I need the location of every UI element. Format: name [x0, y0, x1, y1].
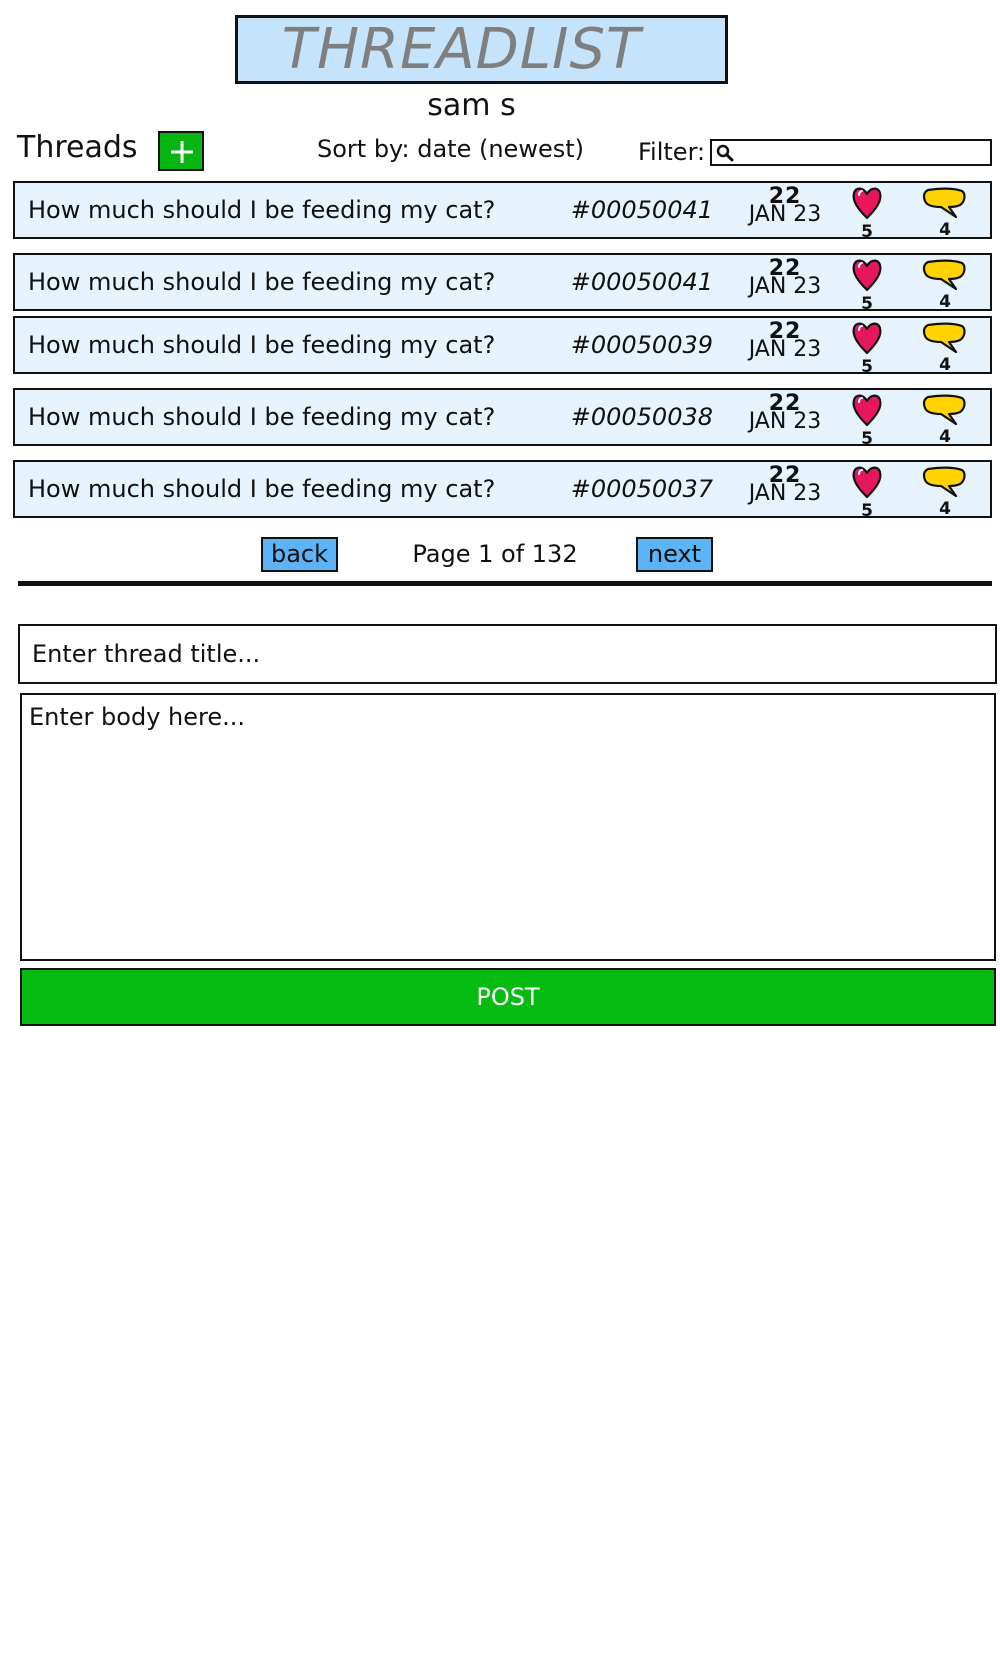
reply-button[interactable]: 4 [920, 394, 970, 447]
app-title: THREADLIST [235, 15, 728, 84]
thread-title[interactable]: How much should I be feeding my cat? [28, 318, 495, 372]
like-button[interactable]: 5 [847, 464, 887, 520]
speech-bubble-icon [922, 187, 966, 219]
filter-input[interactable] [740, 141, 988, 164]
threads-heading: Threads [17, 130, 138, 165]
thread-row[interactable]: How much should I be feeding my cat? #000… [13, 388, 992, 448]
speech-bubble-icon [922, 322, 966, 354]
like-count: 5 [861, 357, 873, 377]
thread-id: #00050041 [570, 268, 713, 296]
thread-date-month: JAN 23 [748, 481, 822, 506]
heart-icon [852, 187, 882, 220]
reply-count: 4 [939, 355, 951, 375]
speech-bubble-icon [922, 259, 966, 291]
like-button[interactable]: 5 [847, 392, 887, 448]
username: sam s [427, 88, 516, 123]
thread-id: #00050039 [570, 331, 713, 359]
filter-field[interactable] [710, 139, 992, 166]
like-button[interactable]: 5 [847, 320, 887, 376]
thread-title[interactable]: How much should I be feeding my cat? [28, 462, 495, 516]
thread-date: 22 JAN 23 [715, 390, 855, 434]
reply-button[interactable]: 4 [920, 187, 970, 240]
reply-count: 4 [939, 292, 951, 312]
reply-button[interactable]: 4 [920, 466, 970, 519]
heart-icon [852, 322, 882, 355]
reply-button[interactable]: 4 [920, 259, 970, 312]
post-button[interactable]: POST [20, 968, 996, 1026]
search-icon [716, 144, 734, 162]
thread-date: 22 JAN 23 [715, 183, 855, 227]
thread-title[interactable]: How much should I be feeding my cat? [28, 255, 495, 309]
like-count: 5 [861, 222, 873, 242]
thread-date-month: JAN 23 [748, 337, 822, 362]
sort-dropdown[interactable]: Sort by: date (newest) [317, 131, 584, 167]
next-button[interactable]: next [636, 537, 713, 572]
thread-date: 22 JAN 23 [715, 462, 855, 506]
thread-date: 22 JAN 23 [715, 255, 855, 299]
thread-title[interactable]: How much should I be feeding my cat? [28, 183, 495, 237]
speech-bubble-icon [922, 394, 966, 426]
like-button[interactable]: 5 [847, 257, 887, 313]
filter-label: Filter: [638, 138, 706, 166]
thread-id: #00050038 [570, 403, 713, 431]
thread-body-input[interactable] [20, 693, 996, 961]
reply-count: 4 [939, 220, 951, 240]
like-button[interactable]: 5 [847, 185, 887, 241]
page-indicator: Page 1 of 132 [412, 540, 578, 568]
like-count: 5 [861, 429, 873, 449]
heart-icon [852, 466, 882, 499]
like-count: 5 [861, 294, 873, 314]
thread-row[interactable]: How much should I be feeding my cat? #000… [13, 316, 992, 376]
divider [18, 581, 992, 586]
add-thread-button[interactable] [158, 131, 204, 171]
thread-title-input[interactable] [18, 624, 997, 684]
reply-count: 4 [939, 499, 951, 519]
thread-row[interactable]: How much should I be feeding my cat? #000… [13, 460, 992, 520]
plus-icon [171, 141, 193, 163]
thread-row[interactable]: How much should I be feeding my cat? #000… [13, 181, 992, 241]
thread-date-month: JAN 23 [748, 202, 822, 227]
heart-icon [852, 259, 882, 292]
speech-bubble-icon [922, 466, 966, 498]
back-button[interactable]: back [261, 537, 338, 572]
heart-icon [852, 394, 882, 427]
reply-count: 4 [939, 427, 951, 447]
thread-row[interactable]: How much should I be feeding my cat? #000… [13, 253, 992, 313]
like-count: 5 [861, 501, 873, 521]
reply-button[interactable]: 4 [920, 322, 970, 375]
thread-date-month: JAN 23 [748, 409, 822, 434]
thread-date: 22 JAN 23 [715, 318, 855, 362]
thread-date-month: JAN 23 [748, 274, 822, 299]
thread-title[interactable]: How much should I be feeding my cat? [28, 390, 495, 444]
thread-id: #00050037 [570, 475, 713, 503]
thread-id: #00050041 [570, 196, 713, 224]
